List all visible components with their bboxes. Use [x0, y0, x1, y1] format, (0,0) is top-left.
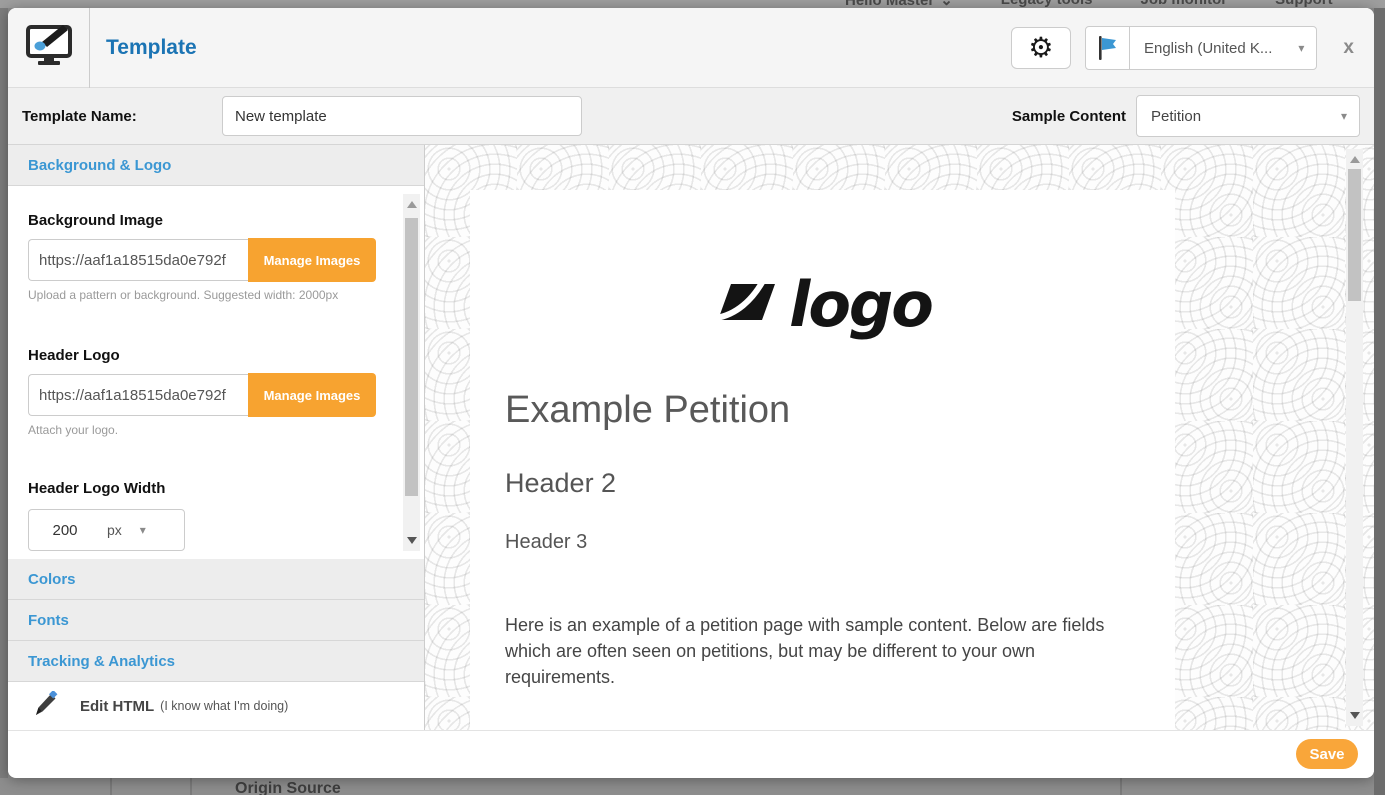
background-image-url-input[interactable]	[28, 239, 248, 281]
language-select[interactable]: English (United K... ▾	[1085, 26, 1317, 70]
origin-source-label: Origin Source	[235, 780, 341, 795]
scroll-up-arrow[interactable]	[407, 201, 417, 208]
dialog-body: Background & Logo Background Image Manag…	[8, 145, 1374, 730]
scrollbar-thumb[interactable]	[405, 218, 418, 496]
section-background-logo[interactable]: Background & Logo	[8, 145, 424, 186]
caret-down-icon: ▾	[1341, 109, 1347, 123]
template-name-input[interactable]	[222, 96, 582, 136]
divider	[190, 778, 192, 795]
logo-mark-icon	[713, 273, 779, 336]
preview-scrollbar[interactable]	[1346, 149, 1363, 726]
sample-content-label: Sample Content	[1012, 108, 1126, 125]
section-fonts[interactable]: Fonts	[8, 600, 424, 641]
background-logo-panel: Background Image Manage Images Upload a …	[8, 186, 424, 559]
preview-paragraph: Here is an example of a petition page wi…	[505, 612, 1150, 690]
scroll-down-arrow[interactable]	[1350, 712, 1360, 719]
preview-heading-1: Example Petition	[505, 389, 1175, 432]
save-button[interactable]: Save	[1296, 739, 1358, 769]
template-name-row: Template Name: Sample Content Petition ▾	[8, 88, 1374, 145]
dialog-footer: Save	[8, 730, 1374, 777]
scroll-up-arrow[interactable]	[1350, 156, 1360, 163]
background-page-top: Hello Master⌄ Legacy tools Job monitor S…	[0, 0, 1385, 8]
edit-html-button[interactable]: Edit HTML (I know what I'm doing)	[8, 682, 424, 730]
header-logo-help: Attach your logo.	[28, 423, 376, 438]
sample-content-select[interactable]: Petition ▾	[1136, 95, 1360, 137]
pencil-icon	[34, 691, 58, 722]
sidebar-scrollbar[interactable]	[403, 194, 420, 551]
edit-html-label: Edit HTML	[80, 698, 154, 715]
preview-heading-3: Header 3	[505, 531, 1175, 554]
preview-logo: logo	[470, 268, 1175, 341]
header-actions: ⚙ English (United K... ▾ x	[1011, 8, 1360, 88]
template-preview-area: logo Example Petition Header 2 Header 3 …	[425, 145, 1374, 730]
preview-heading-2: Header 2	[505, 468, 1175, 499]
header-logo-width-unit: px	[107, 522, 122, 538]
header-logo-width-value: 200	[29, 522, 101, 539]
dialog-header: Template ⚙ English (United K... ▾ x	[8, 8, 1374, 88]
divider	[1120, 778, 1122, 795]
background-page-bottom: Origin Source	[0, 778, 1385, 795]
background-image-help: Upload a pattern or background. Suggeste…	[28, 288, 376, 303]
header-logo-label: Header Logo	[28, 347, 376, 364]
overlay-left-edge	[0, 8, 8, 778]
scroll-down-arrow[interactable]	[407, 537, 417, 544]
preview-page: logo Example Petition Header 2 Header 3 …	[470, 190, 1175, 730]
monitor-paintbrush-icon	[25, 23, 73, 72]
page-title: Template	[106, 36, 197, 60]
template-name-label: Template Name:	[22, 108, 137, 125]
header-logo-width-label: Header Logo Width	[28, 480, 376, 497]
header-logo-url-input[interactable]	[28, 374, 248, 416]
edit-html-note: (I know what I'm doing)	[160, 699, 288, 713]
scrollbar-thumb[interactable]	[1348, 169, 1361, 301]
background-image-label: Background Image	[28, 212, 376, 229]
close-icon[interactable]: x	[1337, 37, 1360, 59]
caret-down-icon: ▾	[1298, 41, 1304, 55]
section-colors[interactable]: Colors	[8, 559, 424, 600]
manage-images-button[interactable]: Manage Images	[248, 238, 376, 282]
overlay-right-edge	[1374, 8, 1385, 795]
sample-content-value: Petition	[1151, 108, 1201, 125]
manage-images-button[interactable]: Manage Images	[248, 373, 376, 417]
template-editor-dialog: Template ⚙ English (United K... ▾ x	[8, 8, 1374, 778]
template-app-icon-box	[8, 8, 90, 88]
settings-sidebar: Background & Logo Background Image Manag…	[8, 145, 425, 730]
settings-button[interactable]: ⚙	[1011, 27, 1071, 69]
section-tracking-analytics[interactable]: Tracking & Analytics	[8, 641, 424, 682]
caret-down-icon: ▾	[140, 523, 146, 537]
logo-text: logo	[789, 268, 932, 341]
divider	[110, 778, 112, 795]
gear-icon: ⚙	[1028, 34, 1053, 62]
header-logo-width-control[interactable]: 200 px ▾	[28, 509, 185, 551]
flag-icon	[1086, 27, 1130, 69]
language-value: English (United K...	[1144, 40, 1272, 57]
